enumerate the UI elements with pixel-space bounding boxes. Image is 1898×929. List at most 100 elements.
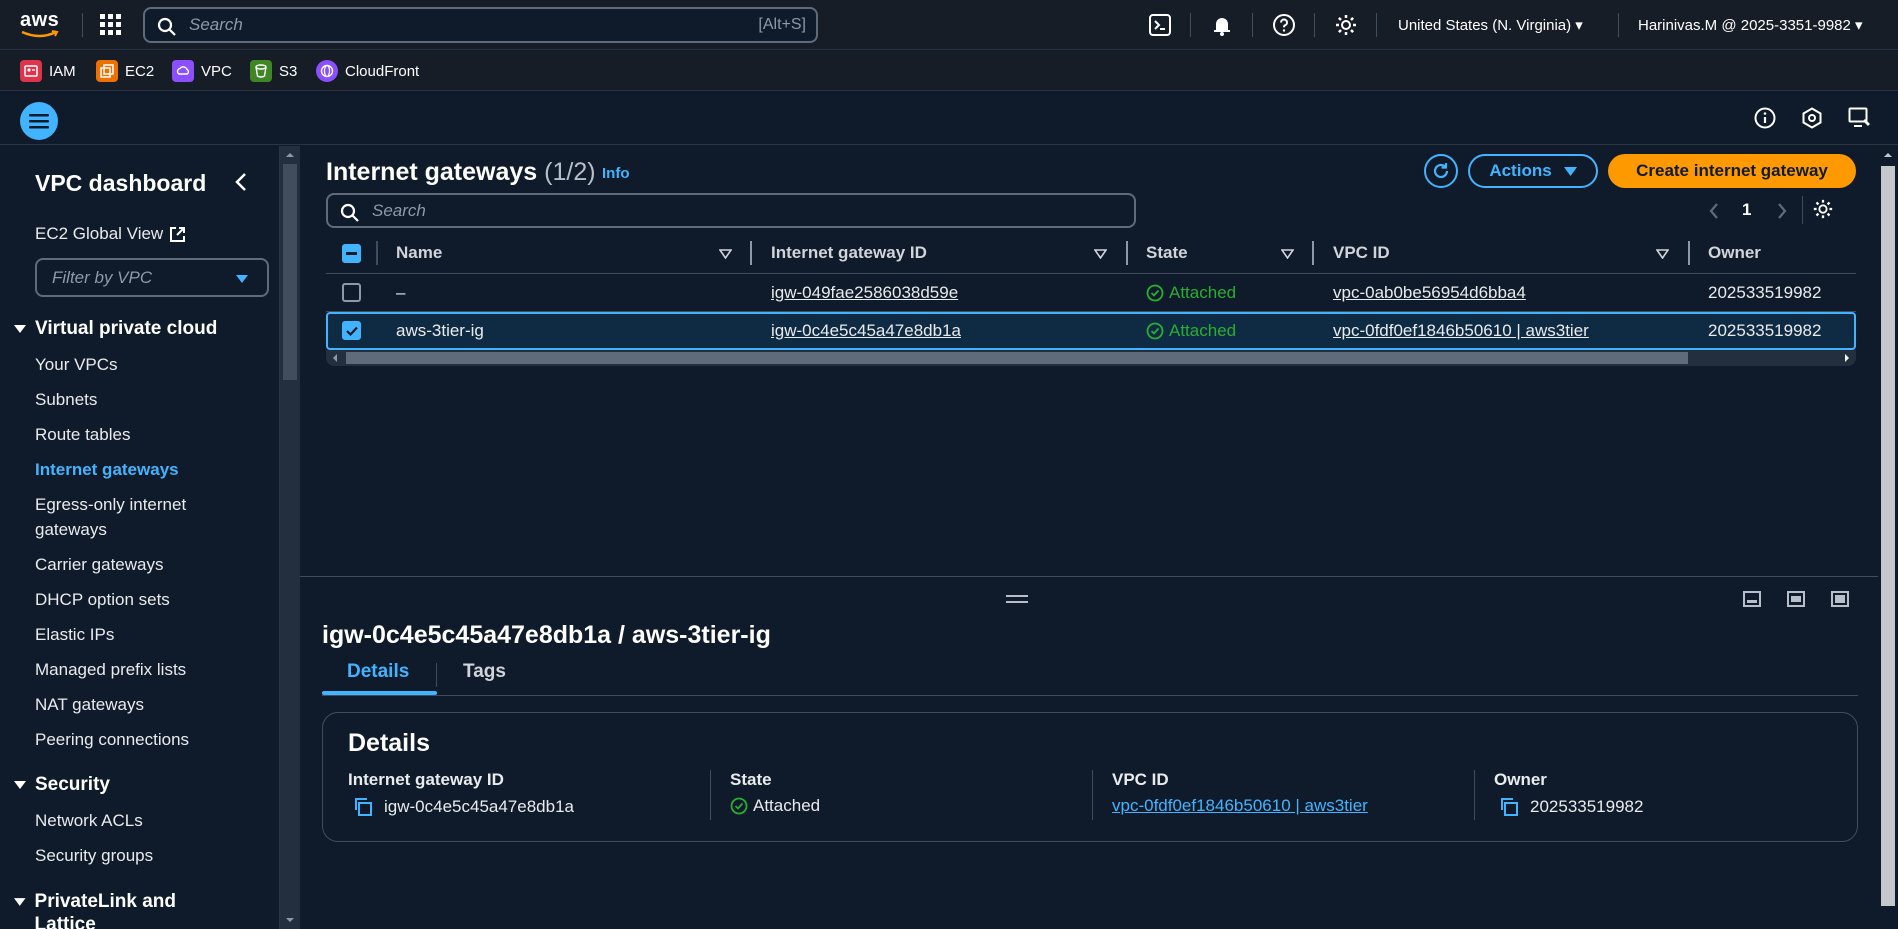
s3-bucket-icon (250, 60, 272, 82)
aws-logo[interactable]: aws (20, 10, 62, 40)
column-header-owner[interactable]: Owner (1708, 243, 1761, 263)
divider (710, 770, 711, 820)
section-virtual-private-cloud[interactable]: Virtual private cloud (14, 318, 217, 340)
favorite-s3[interactable]: S3 (250, 60, 297, 82)
sidebar-scrollbar[interactable] (280, 146, 300, 929)
main-scrollbar[interactable] (1878, 146, 1898, 929)
scrollbar-thumb[interactable] (346, 352, 1688, 364)
cell-vpc-id-link[interactable]: vpc-0fdf0ef1846b50610 | aws3tier (1333, 321, 1589, 341)
cell-vpc-id-link[interactable]: vpc-0ab0be56954d6bba4 (1333, 283, 1526, 303)
sidebar-item-peering-connections[interactable]: Peering connections (35, 727, 189, 752)
navigation-menu-button[interactable] (20, 102, 58, 140)
info-link[interactable]: Info (602, 165, 630, 182)
scrollbar-thumb[interactable] (283, 164, 297, 380)
cell-owner: 202533519982 (1708, 321, 1822, 340)
info-panel-icon[interactable] (1754, 107, 1776, 129)
column-header-name[interactable]: Name (396, 243, 442, 263)
favorite-ec2[interactable]: EC2 (96, 60, 154, 82)
sidebar-item-internet-gateways[interactable]: Internet gateways (35, 457, 179, 482)
create-internet-gateway-button[interactable]: Create internet gateway (1608, 154, 1856, 188)
igw-id-value: igw-0c4e5c45a47e8db1a (384, 797, 574, 816)
column-resize-handle[interactable] (1126, 241, 1128, 265)
hexagon-settings-icon[interactable] (1801, 107, 1823, 129)
column-resize-handle[interactable] (1688, 241, 1690, 265)
region-selector[interactable]: United States (N. Virginia) ▾ (1398, 16, 1583, 34)
favorite-cloudfront[interactable]: CloudFront (316, 60, 419, 82)
sidebar-item-egress-only-internet-gateways[interactable]: Egress-only internet gateways (35, 492, 245, 542)
status-success-icon (1146, 284, 1164, 302)
sort-caret-icon[interactable] (1656, 249, 1669, 259)
table-row-selected[interactable]: aws-3tier-ig igw-0c4e5c45a47e8db1a Attac… (326, 312, 1856, 350)
section-security[interactable]: Security (14, 774, 110, 796)
section-privatelink-and-lattice[interactable]: PrivateLink and Lattice (14, 890, 234, 929)
tab-tags[interactable]: Tags (463, 661, 506, 683)
scrollbar-thumb[interactable] (1881, 166, 1895, 906)
sort-caret-icon[interactable] (1281, 249, 1294, 259)
global-search-input[interactable]: Search [Alt+S] (143, 7, 818, 43)
services-grid-icon[interactable] (100, 14, 122, 36)
status-success-icon (1146, 322, 1164, 340)
ec2-global-view-link[interactable]: EC2 Global View (35, 224, 186, 244)
settings-gear-icon[interactable] (1334, 13, 1358, 37)
split-panel-bottom-icon[interactable] (1742, 589, 1762, 609)
split-panel-resize-handle[interactable] (1006, 595, 1028, 603)
column-header-vpc-id[interactable]: VPC ID (1333, 243, 1390, 263)
display-preferences-icon[interactable] (1848, 107, 1872, 129)
table-search-input[interactable]: Search (326, 193, 1136, 228)
favorite-vpc[interactable]: VPC (172, 60, 232, 82)
sidebar-item-elastic-ips[interactable]: Elastic IPs (35, 622, 114, 647)
filter-by-vpc-select[interactable]: Filter by VPC (35, 258, 269, 297)
sidebar-item-network-acls[interactable]: Network ACLs (35, 808, 143, 833)
cell-igw-id-link[interactable]: igw-0c4e5c45a47e8db1a (771, 321, 961, 341)
refresh-button[interactable] (1424, 154, 1458, 188)
page-title: Internet gateways (1/2) (326, 158, 596, 187)
cloudshell-icon[interactable] (1148, 13, 1172, 37)
sort-caret-icon[interactable] (1094, 249, 1107, 259)
column-resize-handle[interactable] (1312, 241, 1314, 265)
copy-icon[interactable] (1498, 796, 1520, 818)
column-header-internet-gateway-id[interactable]: Internet gateway ID (771, 243, 927, 263)
column-header-state[interactable]: State (1146, 243, 1188, 263)
search-icon (157, 17, 176, 36)
table-preferences-gear-icon[interactable] (1812, 198, 1834, 220)
field-state: State Attached (730, 770, 1090, 816)
sidebar-item-route-tables[interactable]: Route tables (35, 422, 130, 447)
cell-igw-id-link[interactable]: igw-049fae2586038d59e (771, 283, 958, 303)
row-checkbox[interactable] (342, 283, 361, 302)
table-row[interactable]: – igw-049fae2586038d59e Attached vpc-0ab… (326, 274, 1856, 312)
sidebar-item-managed-prefix-lists[interactable]: Managed prefix lists (35, 657, 186, 682)
tabs-divider (322, 695, 1858, 696)
select-all-checkbox[interactable] (342, 244, 361, 263)
sort-caret-icon[interactable] (719, 249, 732, 259)
copy-icon[interactable] (352, 796, 374, 818)
sidebar-title[interactable]: VPC dashboard (35, 170, 206, 197)
previous-page-button[interactable] (1708, 202, 1720, 220)
favorite-iam[interactable]: IAM (20, 60, 76, 82)
sidebar-item-subnets[interactable]: Subnets (35, 387, 97, 412)
sidebar-item-nat-gateways[interactable]: NAT gateways (35, 692, 144, 717)
help-icon[interactable] (1272, 13, 1296, 37)
collapse-sidebar-button[interactable] (234, 172, 248, 192)
favorite-label: CloudFront (345, 62, 420, 80)
split-panel-maximize-icon[interactable] (1830, 589, 1850, 609)
vpc-id-link[interactable]: vpc-0fdf0ef1846b50610 | aws3tier (1112, 796, 1368, 816)
notifications-bell-icon[interactable] (1210, 13, 1234, 37)
actions-button[interactable]: Actions (1468, 154, 1598, 188)
next-page-button[interactable] (1776, 202, 1788, 220)
divider (1474, 770, 1475, 820)
account-menu[interactable]: Harinivas.M @ 2025-3351-9982 ▾ (1638, 16, 1863, 34)
tab-details[interactable]: Details (347, 661, 409, 683)
sidebar-item-security-groups[interactable]: Security groups (35, 843, 153, 868)
cell-owner: 202533519982 (1708, 283, 1822, 302)
sidebar-item-dhcp-option-sets[interactable]: DHCP option sets (35, 587, 170, 612)
field-label: Owner (1494, 770, 1547, 789)
sidebar-item-your-vpcs[interactable]: Your VPCs (35, 352, 118, 377)
refresh-icon (1433, 163, 1449, 179)
current-page-number[interactable]: 1 (1742, 200, 1751, 220)
table-horizontal-scrollbar[interactable] (326, 350, 1856, 366)
row-checkbox[interactable] (342, 321, 361, 340)
split-panel-side-icon[interactable] (1786, 589, 1806, 609)
column-resize-handle[interactable] (750, 241, 752, 265)
scroll-up-icon (286, 153, 294, 157)
sidebar-item-carrier-gateways[interactable]: Carrier gateways (35, 552, 164, 577)
